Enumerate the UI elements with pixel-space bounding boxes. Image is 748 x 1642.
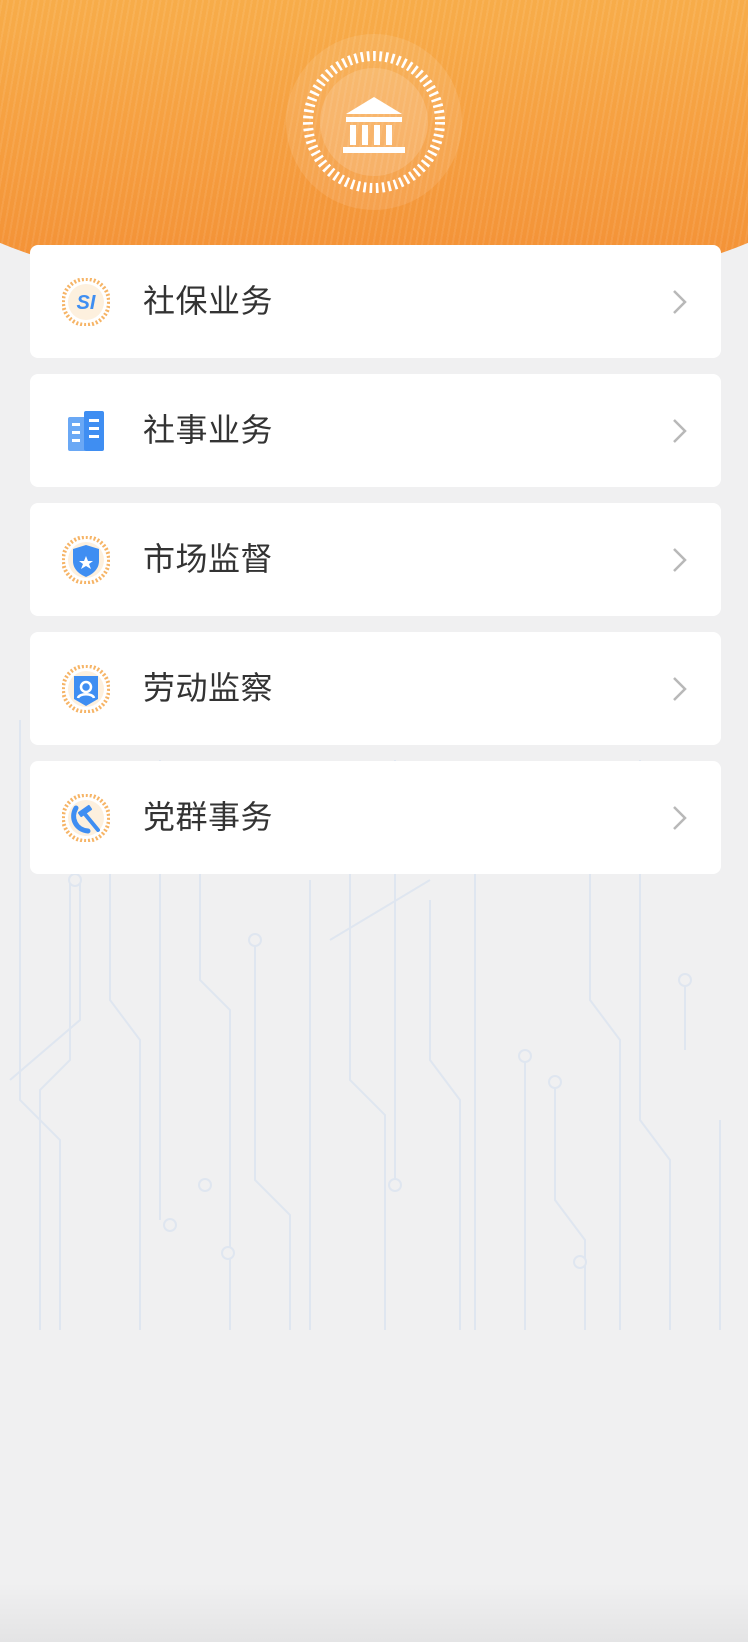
menu-item-party-affairs[interactable]: 党群事务 <box>30 761 721 874</box>
menu-item-label: 党群事务 <box>143 798 274 836</box>
shield-star-icon <box>62 536 110 584</box>
chevron-right-icon <box>673 548 687 572</box>
menu-item-label: 社保业务 <box>143 282 274 320</box>
menu-item-social-insurance[interactable]: SI 社保业务 <box>30 245 721 358</box>
chevron-right-icon <box>673 290 687 314</box>
chevron-right-icon <box>673 677 687 701</box>
social-insurance-icon: SI <box>62 278 110 326</box>
app-page: SI 社保业务 社事业务 市场监督 劳动监察 党群事务 <box>0 0 748 1642</box>
menu-item-label: 劳动监察 <box>143 669 274 707</box>
menu-item-label: 市场监督 <box>143 540 274 578</box>
government-building-icon <box>286 34 462 210</box>
office-building-icon <box>68 411 104 451</box>
menu-item-label: 社事业务 <box>143 411 274 449</box>
chevron-right-icon <box>673 419 687 443</box>
menu-item-market-supervision[interactable]: 市场监督 <box>30 503 721 616</box>
person-badge-icon <box>62 665 110 713</box>
hammer-sickle-icon <box>62 794 110 842</box>
chevron-right-icon <box>673 806 687 830</box>
menu-item-labor-inspection[interactable]: 劳动监察 <box>30 632 721 745</box>
svg-text:SI: SI <box>77 292 96 314</box>
bottom-shadow <box>0 1582 748 1642</box>
service-menu: SI 社保业务 社事业务 市场监督 劳动监察 党群事务 <box>30 245 721 890</box>
menu-item-social-affairs[interactable]: 社事业务 <box>30 374 721 487</box>
